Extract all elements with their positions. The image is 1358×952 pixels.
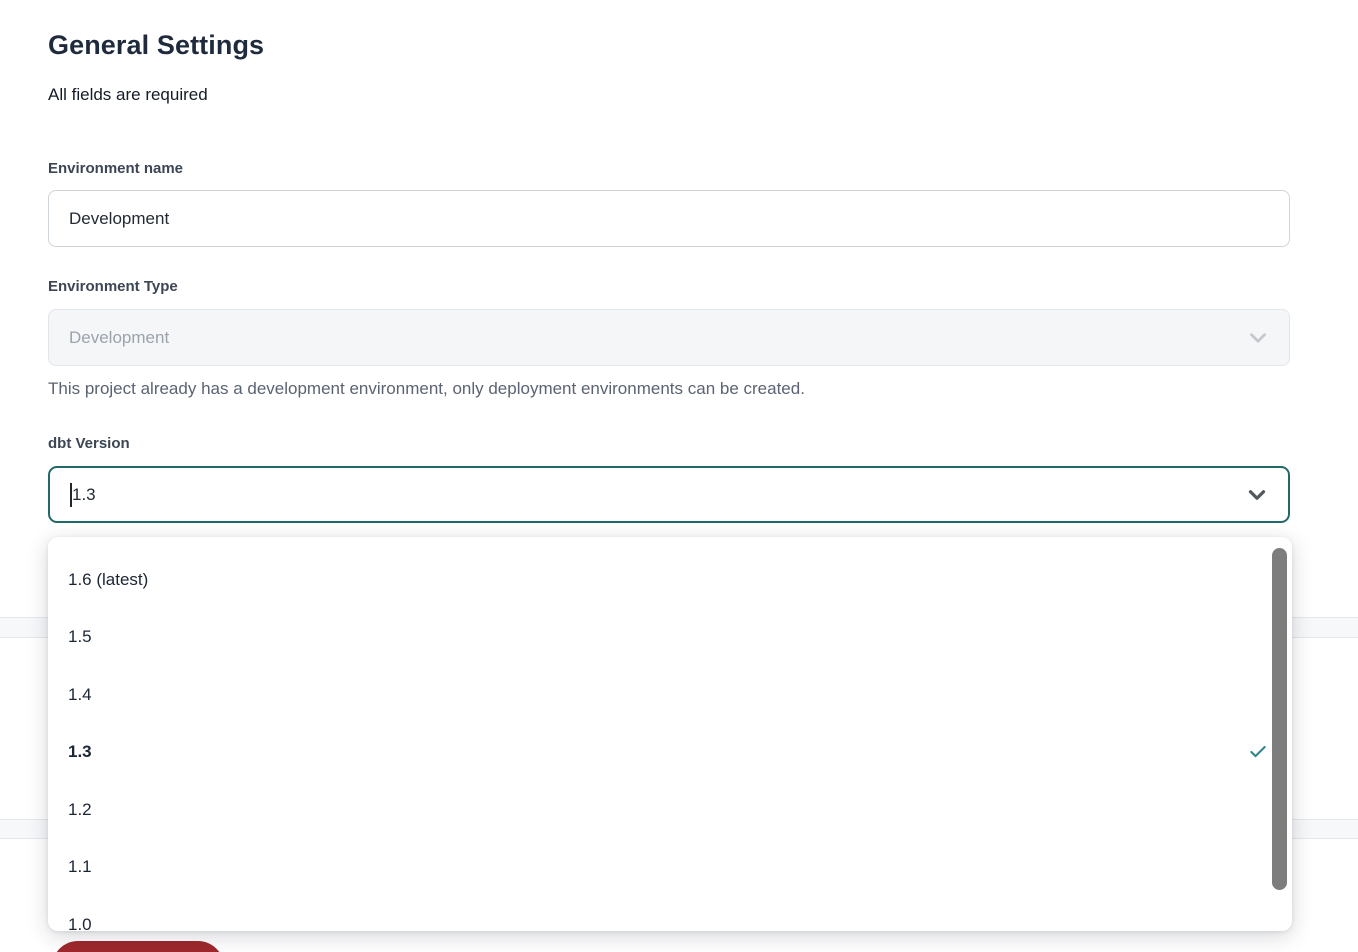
dropdown-option-label: 1.0 [68, 915, 92, 931]
page-title: General Settings [48, 30, 264, 61]
environment-type-label: Environment Type [48, 278, 178, 295]
dropdown-option-label: 1.4 [68, 685, 92, 705]
page-subtitle: All fields are required [48, 85, 208, 105]
dropdown-options: 1.6 (latest) 1.5 1.4 1.3 1.2 1.1 [48, 537, 1292, 931]
dropdown-option-label: 1.6 (latest) [68, 570, 148, 590]
environment-type-select[interactable]: Development [48, 309, 1290, 366]
dropdown-option[interactable]: 1.5 [48, 609, 1292, 667]
delete-button-partial[interactable] [52, 941, 224, 952]
environment-name-input[interactable] [48, 190, 1290, 247]
dropdown-option-label: 1.1 [68, 857, 92, 877]
scrollbar-thumb[interactable] [1272, 548, 1287, 890]
dropdown-option-label: 1.3 [68, 742, 92, 762]
dropdown-option[interactable]: 1.6 (latest) [48, 551, 1292, 609]
environment-type-value: Development [69, 328, 169, 348]
dbt-version-dropdown: 1.6 (latest) 1.5 1.4 1.3 1.2 1.1 [48, 537, 1292, 931]
dropdown-option[interactable]: 1.2 [48, 781, 1292, 839]
check-icon [1248, 742, 1268, 762]
dropdown-option[interactable]: 1.1 [48, 839, 1292, 897]
dropdown-option[interactable]: 1.0 [48, 896, 1292, 931]
dropdown-option[interactable]: 1.3 [48, 724, 1292, 782]
dbt-version-label: dbt Version [48, 435, 130, 452]
environment-type-helper: This project already has a development e… [48, 379, 805, 399]
dbt-version-value: 1.3 [72, 485, 96, 505]
chevron-down-icon [1244, 482, 1270, 508]
dbt-version-combobox[interactable]: 1.3 [48, 466, 1290, 523]
dropdown-option-label: 1.2 [68, 800, 92, 820]
dropdown-option[interactable]: 1.4 [48, 666, 1292, 724]
chevron-down-icon [1245, 325, 1271, 351]
dropdown-option-label: 1.5 [68, 627, 92, 647]
environment-name-label: Environment name [48, 160, 183, 177]
